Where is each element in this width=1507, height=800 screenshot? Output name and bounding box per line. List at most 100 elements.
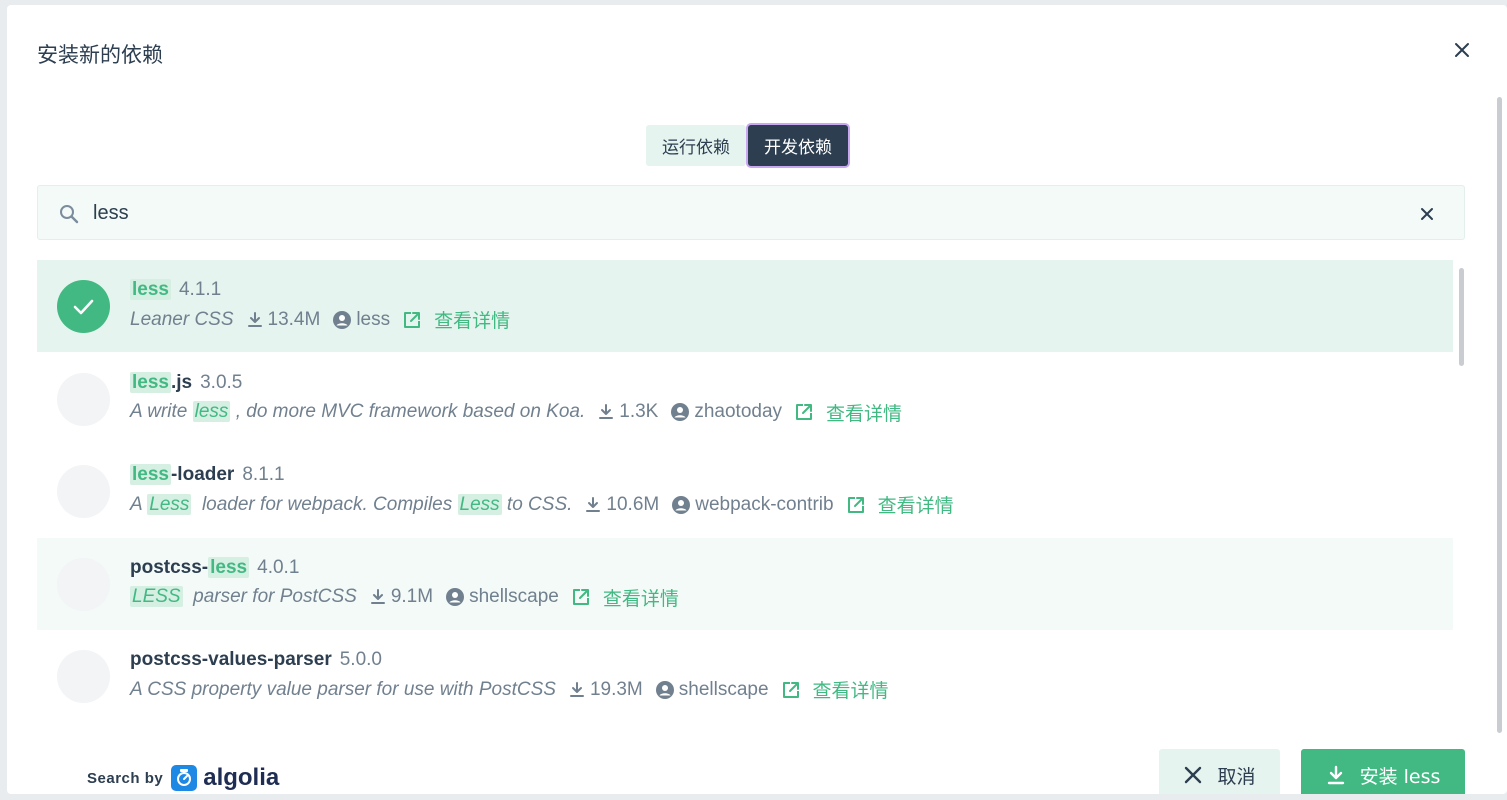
package-title-line: less -loader 8.1.1 <box>130 464 285 486</box>
install-dependency-dialog: 安装新的依赖 运行依赖 开发依赖 less 4.1.1 Leaner CSS 13.4… <box>7 5 1507 794</box>
package-name-part: -loader <box>170 464 235 485</box>
download-count: 10.6M <box>584 494 659 516</box>
package-result-row[interactable]: less .js 3.0.5 A write less , do more MVC f… <box>37 353 1453 445</box>
close-icon[interactable] <box>1451 39 1473 61</box>
results-scrollbar[interactable] <box>1459 268 1464 366</box>
tab-runtime-dependencies[interactable]: 运行依赖 <box>646 125 746 166</box>
package-version: 4.1.1 <box>178 279 222 300</box>
search-highlight: less <box>208 556 250 578</box>
dialog-scrollbar[interactable] <box>1497 97 1502 733</box>
package-title-line: less .js 3.0.5 <box>130 371 243 394</box>
user-icon <box>671 403 690 421</box>
view-details-link[interactable]: 查看详情 <box>846 491 954 518</box>
package-author: shellscape <box>445 586 559 608</box>
package-version: 3.0.5 <box>200 371 243 393</box>
algolia-attribution[interactable]: Search by algolia <box>87 764 279 792</box>
external-link-icon <box>572 589 589 605</box>
package-description: A Less loader for webpack. Compiles Less… <box>130 493 573 516</box>
download-icon <box>370 589 385 604</box>
package-description: LESS parser for PostCSS <box>130 586 357 608</box>
cancel-button-label: 取消 <box>1217 765 1256 788</box>
package-meta-line: LESS parser for PostCSS 9.1M shellscape 查看详… <box>130 584 679 611</box>
user-icon <box>672 495 691 514</box>
search-highlight: Less <box>147 493 192 515</box>
package-author: webpack-contrib <box>671 494 834 516</box>
check-icon <box>73 299 94 315</box>
package-title-line: postcss-less 4.0.1 <box>130 556 300 579</box>
package-name-part: .js <box>170 371 193 393</box>
download-icon <box>1327 765 1344 785</box>
package-name: less <box>130 279 171 301</box>
view-details-label: 查看详情 <box>877 496 954 517</box>
download-count: 13.4M <box>246 308 321 331</box>
search-by-label: Search by <box>87 769 164 787</box>
algolia-brand: algolia <box>203 764 280 791</box>
package-name-part: postcss-values-parser <box>130 649 332 670</box>
package-search-bar <box>37 185 1465 240</box>
external-link-icon <box>404 311 421 328</box>
description-part: Leaner CSS <box>130 308 234 330</box>
search-highlight: LESS <box>130 586 183 607</box>
view-details-label: 查看详情 <box>812 681 889 702</box>
package-version: 8.1.1 <box>242 464 285 485</box>
package-author: less <box>332 309 390 331</box>
download-icon <box>247 311 262 327</box>
package-version: 4.0.1 <box>257 556 300 578</box>
description-part: , do more MVC framework based on Koa. <box>230 401 586 422</box>
cancel-button[interactable]: 取消 <box>1159 749 1280 794</box>
package-author: shellscape <box>655 679 769 701</box>
package-result-row[interactable]: postcss-values-parser 5.0.0 A CSS property… <box>37 630 1453 722</box>
author-name: less <box>356 308 391 330</box>
search-icon <box>58 203 80 225</box>
select-checkbox[interactable] <box>57 465 110 518</box>
user-icon <box>333 310 352 329</box>
package-meta-line: A write less , do more MVC framework bas… <box>130 399 902 426</box>
install-button[interactable]: 安装 less <box>1301 749 1465 794</box>
download-count-value: 1.3K <box>619 401 659 422</box>
download-count: 19.3M <box>568 679 643 701</box>
view-details-link[interactable]: 查看详情 <box>402 306 510 333</box>
package-result-row[interactable]: postcss-less 4.0.1 LESS parser for PostCSS… <box>37 537 1453 630</box>
package-title-line: less 4.1.1 <box>130 279 221 301</box>
select-checkbox[interactable] <box>57 280 110 333</box>
download-count: 9.1M <box>369 586 433 608</box>
search-input[interactable] <box>93 196 1393 230</box>
search-highlight: less <box>130 371 171 393</box>
package-description: Leaner CSS <box>130 309 234 331</box>
view-details-label: 查看详情 <box>826 403 903 425</box>
download-count-value: 10.6M <box>606 493 660 515</box>
search-highlight: less <box>130 279 171 300</box>
view-details-link[interactable]: 查看详情 <box>571 584 679 611</box>
select-checkbox[interactable] <box>57 557 110 611</box>
package-meta-line: A CSS property value parser for use with… <box>130 676 889 703</box>
package-result-row[interactable]: less -loader 8.1.1 A Less loader for webpac… <box>37 445 1453 537</box>
download-count: 1.3K <box>597 401 658 423</box>
dialog-title: 安装新的依赖 <box>37 43 163 67</box>
user-icon <box>655 680 674 699</box>
clear-icon[interactable] <box>1416 203 1438 225</box>
tab-dev-dependencies[interactable]: 开发依赖 <box>748 125 848 166</box>
view-details-link[interactable]: 查看详情 <box>794 399 902 426</box>
package-result-row[interactable]: less 4.1.1 Leaner CSS 13.4M less 查看详情 <box>37 260 1453 352</box>
package-name: less .js <box>130 371 193 394</box>
description-part: to CSS. <box>501 493 573 515</box>
download-icon <box>569 681 584 697</box>
external-link-icon <box>782 681 799 698</box>
algolia-logo-icon <box>171 765 198 791</box>
download-count-value: 13.4M <box>267 308 321 330</box>
package-description: A write less , do more MVC framework bas… <box>130 401 585 423</box>
download-icon <box>586 496 601 512</box>
view-details-link[interactable]: 查看详情 <box>781 676 889 703</box>
author-name: shellscape <box>678 678 769 700</box>
download-count-value: 19.3M <box>589 678 643 700</box>
select-checkbox[interactable] <box>57 650 110 703</box>
select-checkbox[interactable] <box>57 372 110 426</box>
package-name: postcss-less <box>130 556 250 579</box>
description-part: A CSS property value parser for use with… <box>130 678 556 700</box>
author-name: shellscape <box>469 586 559 607</box>
package-description: A CSS property value parser for use with… <box>130 679 556 701</box>
view-details-label: 查看详情 <box>602 588 679 610</box>
package-meta-line: A Less loader for webpack. Compiles Less… <box>130 491 954 518</box>
close-icon <box>1185 766 1202 784</box>
search-highlight: Less <box>457 493 502 515</box>
